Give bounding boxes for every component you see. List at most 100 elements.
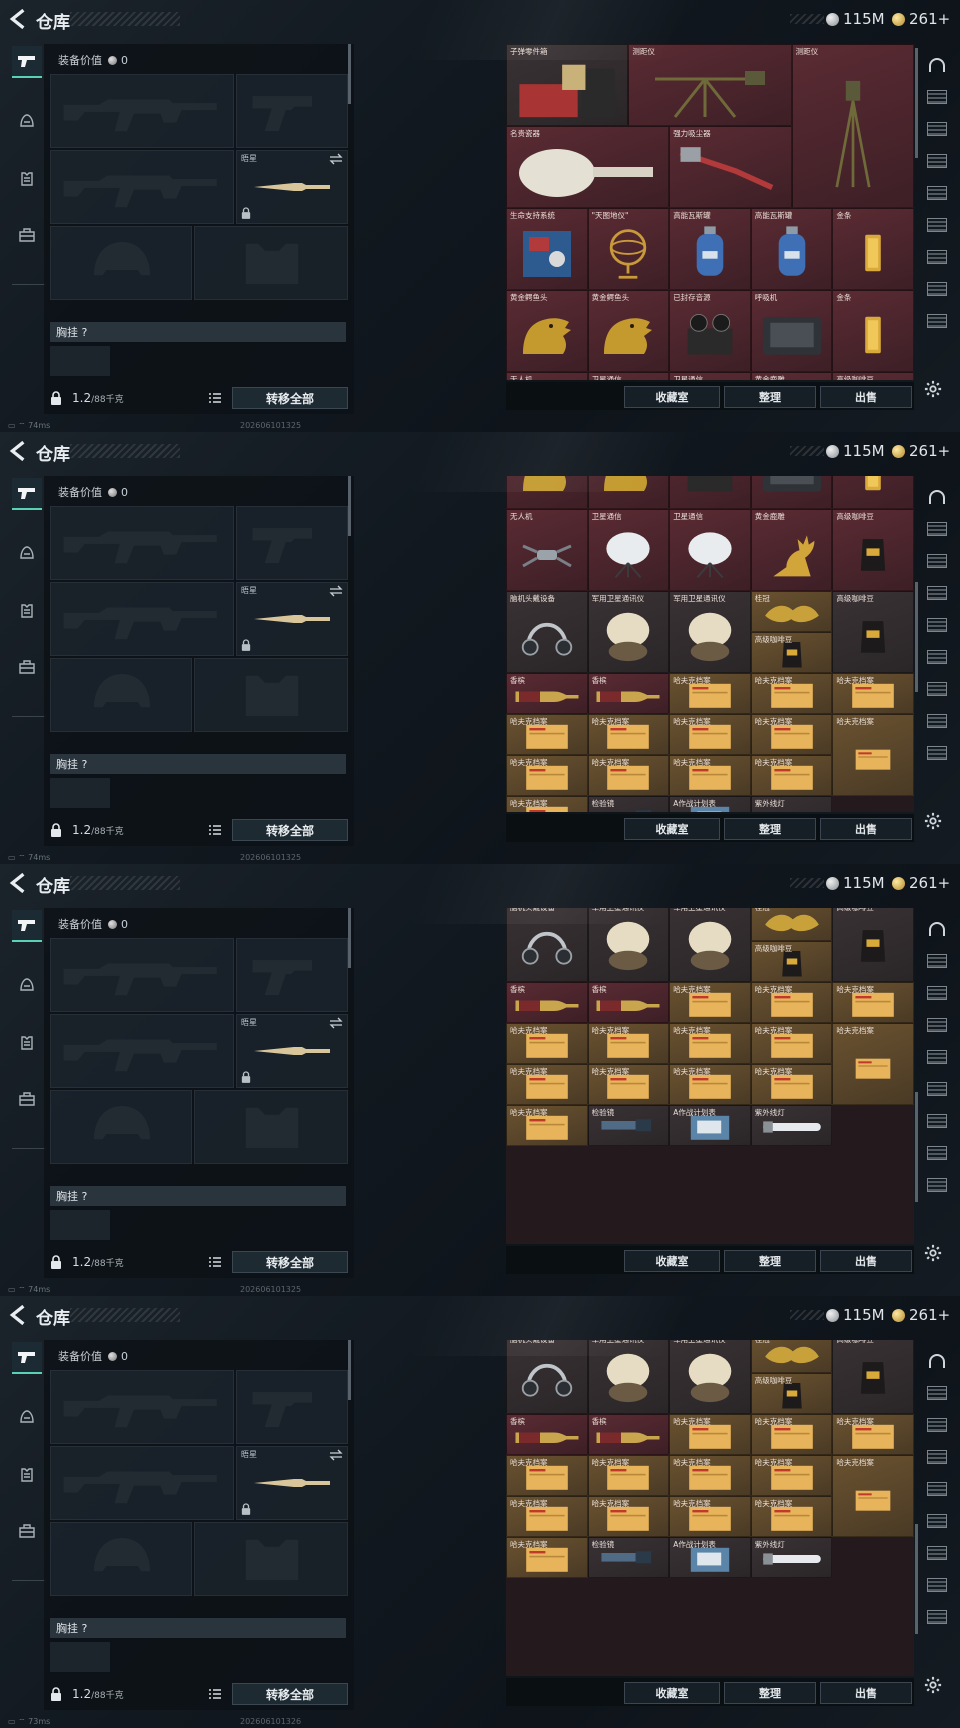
stash-scrollbar[interactable]	[915, 1524, 918, 1634]
back-arrow-icon[interactable]	[8, 872, 30, 894]
primary-weapon-slot[interactable]	[50, 1370, 234, 1444]
armor-slot[interactable]	[194, 1090, 348, 1164]
pistol-slot[interactable]	[236, 1370, 348, 1444]
silver-currency[interactable]: 115M	[826, 873, 885, 893]
stash-item-gold-bar[interactable]: 金条	[832, 290, 914, 372]
stash-item-champagne[interactable]: 香槟	[506, 981, 588, 1023]
storage-tab-4[interactable]	[922, 1444, 952, 1470]
stash-item-gold-croc[interactable]: 黄金鳄鱼头	[587, 290, 670, 372]
stash-item-havak[interactable]: 哈夫克档案	[587, 754, 670, 796]
organize-button[interactable]: 整理	[724, 1682, 816, 1704]
stash-item-havak[interactable]: 哈夫克档案	[669, 1063, 751, 1105]
storage-tab-3[interactable]	[922, 1412, 952, 1438]
settings-gear-icon[interactable]	[924, 812, 942, 830]
storage-tab-8[interactable]	[922, 708, 952, 734]
stash-item-havak[interactable]: 哈夫克档案	[669, 1454, 751, 1496]
stash-scrollbar[interactable]	[915, 1092, 918, 1202]
stash-item-havak[interactable]: 哈夫克档案	[832, 1454, 914, 1537]
collection-room-button[interactable]: 收藏室	[624, 1250, 720, 1272]
tab-weapons[interactable]	[12, 478, 42, 510]
gold-currency[interactable]: 261+	[892, 1305, 950, 1325]
pistol-slot[interactable]	[236, 74, 348, 148]
stash-item-uv-lamp[interactable]: 紫外线灯	[750, 1536, 833, 1578]
storage-tab-2[interactable]	[922, 1380, 952, 1406]
storage-tab-6[interactable]	[922, 644, 952, 670]
stash-item-havak[interactable]: 哈夫克档案	[587, 1495, 670, 1537]
stash-item-military-sat[interactable]: 军用卫星通讯仪	[587, 908, 670, 982]
chest-rig-header[interactable]: 胸挂 ?	[50, 1186, 346, 1206]
storage-tab-7[interactable]	[922, 1108, 952, 1134]
settings-gear-icon[interactable]	[924, 1244, 942, 1262]
tab-helmet[interactable]	[12, 106, 42, 136]
stash-item-havak[interactable]: 哈夫克档案	[832, 1413, 914, 1455]
stash-item-champagne[interactable]: 香槟	[587, 672, 670, 714]
lock-icon[interactable]	[50, 1687, 62, 1701]
stash-item-crown[interactable]: 桂冠	[750, 1340, 833, 1373]
list-button[interactable]	[205, 819, 225, 841]
stash-item-coffee[interactable]: 高级咖啡豆	[832, 908, 914, 982]
stash-item-havak[interactable]: 哈夫克档案	[506, 713, 588, 755]
primary-weapon-slot[interactable]	[50, 938, 234, 1012]
stash-item-havak[interactable]: 哈夫克档案	[506, 1063, 588, 1105]
swap-icon[interactable]	[329, 153, 343, 165]
lock-icon[interactable]	[50, 1255, 62, 1269]
chest-rig-header[interactable]: 胸挂 ?	[50, 754, 346, 774]
stash-item-champagne[interactable]: 香槟	[506, 1413, 588, 1455]
storage-tab-9[interactable]	[922, 308, 952, 334]
stash-item-ops-plan[interactable]: A作战计划表	[669, 1536, 751, 1578]
storage-tab-3[interactable]	[922, 980, 952, 1006]
storage-tab-4[interactable]	[922, 148, 952, 174]
stash-item-coffee[interactable]: 高级咖啡豆	[832, 508, 914, 591]
stash-item-havak[interactable]: 哈夫克档案	[506, 1454, 588, 1496]
secondary-weapon-slot[interactable]	[50, 1446, 234, 1520]
armor-slot[interactable]	[194, 1522, 348, 1596]
swap-icon[interactable]	[329, 1449, 343, 1461]
stash-item-havak[interactable]: 哈夫克档案	[506, 1495, 588, 1537]
storage-tab-7[interactable]	[922, 1540, 952, 1566]
chest-rig-slot[interactable]	[50, 1642, 110, 1672]
tab-vest[interactable]	[12, 1028, 42, 1058]
stash-item-havak[interactable]: 哈夫克档案	[750, 754, 833, 796]
helmet-slot[interactable]	[50, 658, 192, 732]
gold-currency[interactable]: 261+	[892, 873, 950, 893]
melee-slot[interactable]: 晤星	[236, 1014, 348, 1088]
stash-item-ops-plan[interactable]: A作战计划表	[669, 795, 751, 812]
stash-item-military-sat[interactable]: 军用卫星通讯仪	[587, 1340, 670, 1414]
stash-item-crown[interactable]: 桂冠	[750, 590, 833, 632]
storage-tab-8[interactable]	[922, 276, 952, 302]
stash-item-vacuum[interactable]: 强力吸尘器	[669, 126, 792, 208]
stash-item-coffee[interactable]: 高级咖啡豆	[750, 940, 833, 982]
settings-gear-icon[interactable]	[924, 380, 942, 398]
stash-item-ops-plan[interactable]: A作战计划表	[669, 1104, 751, 1146]
stash-item-gold-deer[interactable]: 黄金鹿雕	[750, 372, 833, 380]
silver-currency[interactable]: 115M	[826, 1305, 885, 1325]
stash-item-drone[interactable]: 无人机	[506, 372, 588, 380]
transfer-all-button[interactable]: 转移全部	[232, 819, 348, 841]
stash-item-military-sat[interactable]: 军用卫星通讯仪	[669, 908, 751, 982]
storage-tab-8[interactable]	[922, 1572, 952, 1598]
stash-item-havak[interactable]: 哈夫克档案	[750, 1413, 833, 1455]
sell-button[interactable]: 出售	[820, 818, 912, 840]
storage-tab-5[interactable]	[922, 1476, 952, 1502]
stash-item-coffee[interactable]: 高级咖啡豆	[750, 1372, 833, 1414]
stash-item-gold-croc[interactable]: 黄金鳄鱼头	[506, 476, 588, 509]
stash-item-headset[interactable]: 脑机头戴设备	[506, 1340, 588, 1414]
gold-currency[interactable]: 261+	[892, 441, 950, 461]
secondary-weapon-slot[interactable]	[50, 1014, 234, 1088]
settings-gear-icon[interactable]	[924, 1676, 942, 1694]
tab-bag[interactable]	[12, 1084, 42, 1114]
storage-tab-9[interactable]	[922, 740, 952, 766]
collection-room-button[interactable]: 收藏室	[624, 1682, 720, 1704]
storage-tab-main[interactable]	[922, 484, 952, 510]
stash-item-havak[interactable]: 哈夫克档案	[669, 1022, 751, 1064]
stash-item-gas-tank[interactable]: 高能瓦斯罐	[750, 208, 833, 290]
transfer-all-button[interactable]: 转移全部	[232, 387, 348, 409]
stash-item-havak[interactable]: 哈夫克档案	[750, 1495, 833, 1537]
stash-item-headset[interactable]: 脑机头戴设备	[506, 908, 588, 982]
back-arrow-icon[interactable]	[8, 440, 30, 462]
helmet-slot[interactable]	[50, 1522, 192, 1596]
list-button[interactable]	[205, 1251, 225, 1273]
swap-icon[interactable]	[329, 1017, 343, 1029]
pistol-slot[interactable]	[236, 938, 348, 1012]
storage-tab-5[interactable]	[922, 180, 952, 206]
